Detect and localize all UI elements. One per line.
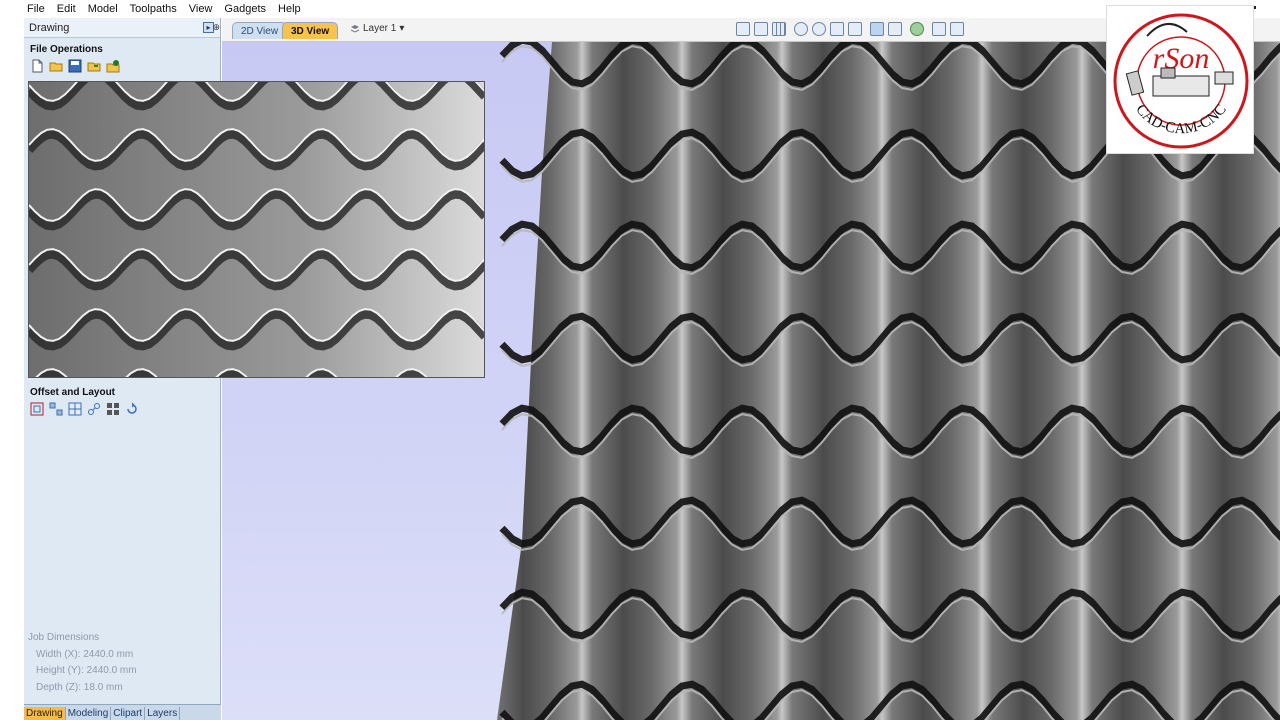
menu-gadgets[interactable]: Gadgets: [224, 3, 266, 15]
file-operations-icons: [24, 59, 220, 73]
layers-icon: [350, 24, 360, 33]
pan-icon[interactable]: [794, 22, 808, 36]
rson-cad-cam-cnc-logo: rSon CAD-CAM-CNC: [1113, 13, 1249, 149]
array-copy-icon[interactable]: [49, 402, 63, 416]
left-border: [0, 18, 24, 720]
panel-header: Drawing ▸ ⊕: [24, 18, 220, 38]
zoom-box-icon[interactable]: [754, 22, 768, 36]
menu-view[interactable]: View: [189, 3, 213, 15]
zoom-out-icon[interactable]: [830, 22, 844, 36]
material-icon[interactable]: [910, 22, 924, 36]
new-file-icon[interactable]: [30, 59, 44, 73]
zoom-extents-icon[interactable]: [736, 22, 750, 36]
job-dimensions-title: Job Dimensions: [28, 632, 100, 643]
menu-toolpaths[interactable]: Toolpaths: [130, 3, 177, 15]
export-icon[interactable]: [106, 59, 120, 73]
tab-3d-view[interactable]: 3D View: [282, 22, 339, 39]
tab-modeling[interactable]: Modeling: [66, 707, 112, 720]
reference-photo: [28, 81, 485, 378]
panel-title: Drawing: [29, 21, 70, 34]
menu-edit[interactable]: Edit: [57, 3, 76, 15]
layer-selector[interactable]: Layer 1 ▾: [350, 23, 404, 34]
menu-file[interactable]: File: [27, 3, 45, 15]
menu-help[interactable]: Help: [278, 3, 301, 15]
nest-icon[interactable]: [68, 402, 82, 416]
tab-clipart[interactable]: Clipart: [111, 707, 146, 720]
job-dimensions: Job Dimensions Width (X): 2440.0 mm Heig…: [28, 630, 137, 696]
offset-icon[interactable]: [30, 402, 44, 416]
split-view-icon[interactable]: [932, 22, 946, 36]
import-folder-icon[interactable]: [87, 59, 101, 73]
offset-layout-title: Offset and Layout: [30, 387, 116, 398]
brand-logo: rSon CAD-CAM-CNC: [1106, 5, 1254, 154]
save-icon[interactable]: [68, 59, 82, 73]
grid-array-icon[interactable]: [106, 402, 120, 416]
layer-name: Layer 1: [363, 23, 397, 34]
menu-bar: File Edit Model Toolpaths View Gadgets H…: [0, 0, 1280, 18]
top-view-icon[interactable]: [888, 22, 902, 36]
tab-layers[interactable]: Layers: [145, 707, 181, 720]
tile-view-icon[interactable]: [950, 22, 964, 36]
tab-drawing[interactable]: Drawing: [24, 707, 66, 720]
zoom-selected-icon[interactable]: [848, 22, 862, 36]
job-depth: Depth (Z): 18.0 mm: [36, 681, 123, 693]
job-height: Height (Y): 2440.0 mm: [36, 665, 137, 676]
chevron-down-icon: ▾: [399, 23, 405, 34]
offset-layout-icons: [24, 402, 220, 416]
grid-icon[interactable]: [772, 22, 786, 36]
panel-pin-icon[interactable]: ⊕: [212, 22, 220, 33]
iso-view-icon[interactable]: [870, 22, 884, 36]
wave-wall-photo: [29, 82, 484, 377]
zoom-in-icon[interactable]: [812, 22, 826, 36]
weld-icon[interactable]: [87, 402, 101, 416]
file-operations-title: File Operations: [30, 44, 103, 55]
panel-tabs: Drawing Modeling Clipart Layers: [24, 704, 221, 720]
menu-model[interactable]: Model: [88, 3, 118, 15]
rotate-copy-icon[interactable]: [125, 402, 139, 416]
open-folder-icon[interactable]: [49, 59, 63, 73]
job-width: Width (X): 2440.0 mm: [36, 648, 134, 660]
tab-2d-view[interactable]: 2D View: [232, 22, 288, 39]
